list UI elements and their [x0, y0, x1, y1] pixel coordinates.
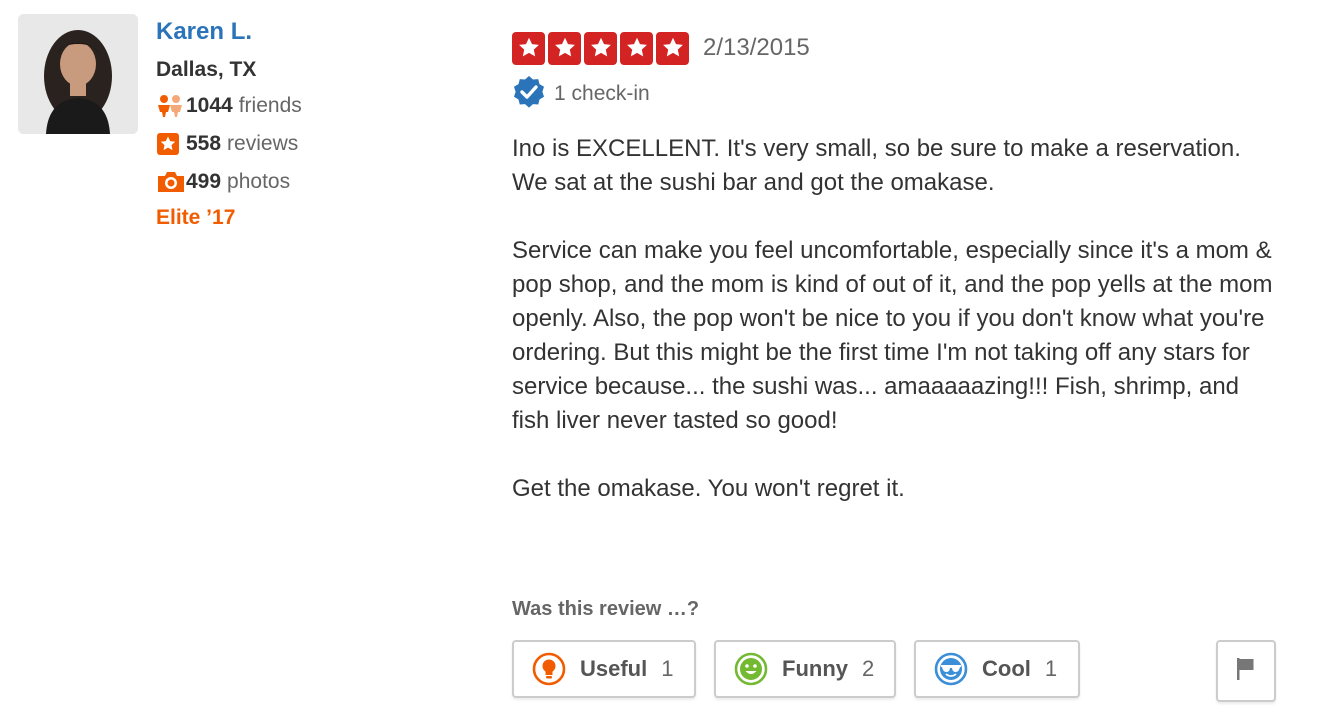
smiley-icon	[734, 652, 768, 686]
vote-prompt: Was this review …?	[512, 598, 700, 620]
review-date: 2/13/2015	[703, 34, 810, 61]
verified-badge-icon	[512, 75, 546, 114]
funny-label: Funny	[782, 656, 848, 681]
review-paragraph: Ino is EXCELLENT. It's very small, so be…	[512, 135, 1241, 196]
star-rating	[512, 31, 689, 65]
user-info: Karen L. Dallas, TX 1044 friends 558 rev…	[156, 16, 302, 233]
rating-row: 2/13/2015	[512, 30, 1282, 66]
checkin-count: 1 check-in	[554, 82, 650, 105]
friends-count: 1044	[186, 94, 233, 117]
elite-badge[interactable]: Elite ’17	[156, 203, 302, 233]
photos-count: 499	[186, 170, 222, 193]
rating-star-icon	[620, 31, 653, 65]
review-text: Ino is EXCELLENT. It's very small, so be…	[512, 132, 1282, 506]
photos-label: photos	[227, 170, 291, 193]
checkin-row: 1 check-in	[512, 75, 1282, 114]
user-avatar[interactable]	[18, 14, 138, 134]
flag-icon	[1235, 656, 1257, 687]
flag-button[interactable]	[1216, 640, 1276, 702]
sunglasses-icon	[934, 652, 968, 686]
avatar-photo	[18, 14, 138, 134]
useful-label: Useful	[580, 656, 648, 681]
useful-count: 1	[661, 656, 674, 681]
friends-icon	[156, 92, 186, 120]
cool-label: Cool	[982, 656, 1031, 681]
useful-button[interactable]: Useful 1	[512, 640, 696, 698]
rating-star-icon	[656, 31, 689, 65]
review-paragraph: Get the omakase. You won't regret it.	[512, 475, 905, 502]
star-icon	[156, 130, 186, 158]
cool-count: 1	[1044, 656, 1058, 681]
review-paragraph: Service can make you feel uncomfortable,…	[512, 237, 1273, 434]
funny-count: 2	[862, 656, 875, 681]
reviews-stat: 558 reviews	[156, 125, 302, 163]
rating-star-icon	[584, 31, 617, 65]
photos-stat: 499 photos	[156, 163, 302, 201]
rating-star-icon	[512, 31, 545, 65]
funny-button[interactable]: Funny 2	[714, 640, 896, 698]
user-location: Dallas, TX	[156, 58, 257, 81]
user-name-link[interactable]: Karen L.	[156, 16, 302, 48]
review-content: 2/13/2015 1 check-in Ino is EXCELLENT. I…	[512, 30, 1282, 540]
cool-button[interactable]: Cool 1	[914, 640, 1080, 698]
friends-stat: 1044 friends	[156, 87, 302, 125]
camera-icon	[156, 168, 186, 196]
rating-star-icon	[548, 31, 581, 65]
vote-buttons: Useful 1 Funny 2 Cool 1	[512, 640, 1080, 698]
friends-label: friends	[238, 94, 302, 117]
lightbulb-icon	[532, 652, 566, 686]
reviews-label: reviews	[227, 132, 299, 155]
reviews-count: 558	[186, 132, 222, 155]
